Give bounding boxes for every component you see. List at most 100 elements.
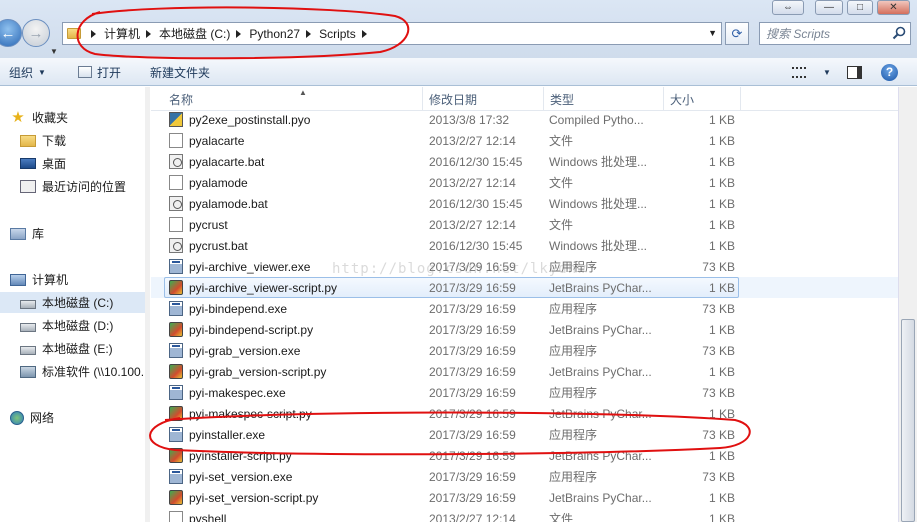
change-view-button[interactable]: ▼ [792, 58, 831, 86]
py-file-icon [169, 406, 183, 421]
command-bar: 组织 ▼ 打开 新建文件夹 ▼ ? [0, 58, 917, 86]
file-row[interactable]: pyi-set_version.exe 2017/3/29 16:59 应用程序 73… [151, 466, 898, 487]
file-row[interactable]: pycrust 2013/2/27 12:14 文件 1 KB [151, 214, 898, 235]
py-file-icon [169, 280, 183, 295]
file-list-scrollbar[interactable] [898, 87, 917, 522]
network-icon [10, 410, 24, 425]
file-row[interactable]: pyalacarte 2013/2/27 12:14 文件 1 KB [151, 130, 898, 151]
file-type: 文件 [549, 134, 574, 148]
nav-item[interactable]: ★ 收藏夹 [0, 107, 150, 128]
open-icon [78, 66, 92, 78]
maximize-button[interactable]: □ [847, 0, 873, 15]
file-type: 应用程序 [549, 470, 598, 484]
file-name: pyi-grab_version.exe [189, 343, 301, 358]
file-row[interactable]: pyalamode 2013/2/27 12:14 文件 1 KB [151, 172, 898, 193]
file-file-icon [169, 511, 183, 522]
scrollbar-thumb[interactable] [901, 319, 915, 522]
file-name: pyi-makespec-script.py [189, 406, 312, 421]
nav-item[interactable]: 本地磁盘 (E:) [0, 338, 150, 359]
restore-icon[interactable]: ⇔ [772, 0, 804, 15]
file-row[interactable]: pycrust.bat 2016/12/30 15:45 Windows 批处理..… [151, 235, 898, 256]
nav-item[interactable]: 网络 [0, 407, 150, 428]
search-box[interactable]: 搜索 Scripts [759, 22, 911, 45]
breadcrumb-item[interactable]: 本地磁盘 (C:) [159, 23, 249, 44]
breadcrumb-arrow[interactable] [85, 23, 104, 44]
nav-item[interactable]: 库 [0, 223, 150, 244]
recent-pages-dropdown-icon[interactable]: ▼ [50, 47, 58, 56]
preview-pane-button[interactable] [847, 58, 862, 86]
column-type[interactable]: 类型 [544, 87, 664, 111]
column-date[interactable]: 修改日期 [423, 87, 544, 111]
file-type: JetBrains PyChar... [549, 322, 652, 337]
file-row[interactable]: py2exe_postinstall.pyo 2013/3/8 17:32 Comp… [151, 109, 898, 130]
nav-scrollbar[interactable] [145, 87, 150, 522]
network-drive-icon [20, 365, 36, 378]
file-row[interactable]: pyalamode.bat 2016/12/30 15:45 Windows 批处理… [151, 193, 898, 214]
file-date: 2013/2/27 12:14 [429, 511, 516, 522]
file-row[interactable]: pyi-grab_version-script.py 2017/3/29 16:5… [151, 361, 898, 382]
file-row[interactable]: pyi-makespec-script.py 2017/3/29 16:59 Jet… [151, 403, 898, 424]
nav-item-label: 本地磁盘 (D:) [42, 319, 114, 333]
forward-button[interactable]: → [22, 19, 50, 47]
file-row[interactable]: pyshell 2013/2/27 12:14 文件 1 KB [151, 508, 898, 522]
column-name[interactable]: 名称 ▲ [163, 87, 423, 111]
file-date: 2017/3/29 16:59 [429, 385, 516, 400]
file-row[interactable]: pyinstaller.exe 2017/3/29 16:59 应用程序 73 KB [151, 424, 898, 445]
drive-icon [20, 299, 36, 309]
file-row[interactable]: pyi-archive_viewer-script.py 2017/3/29 16… [151, 277, 898, 298]
address-history-dropdown-icon[interactable]: ▼ [708, 28, 717, 38]
back-button[interactable]: ← [0, 19, 22, 47]
search-icon[interactable] [892, 26, 906, 40]
file-date: 2017/3/29 16:59 [429, 364, 516, 379]
file-type: 文件 [549, 218, 574, 232]
file-date: 2017/3/29 16:59 [429, 259, 516, 274]
file-type: 应用程序 [549, 428, 598, 442]
file-row[interactable]: pyi-set_version-script.py 2017/3/29 16:59… [151, 487, 898, 508]
file-size: 73 KB [702, 427, 735, 442]
nav-item[interactable]: 本地磁盘 (D:) [0, 315, 150, 336]
breadcrumb-item[interactable]: Scripts [319, 23, 375, 44]
file-name: pyalamode [189, 175, 248, 190]
nav-item[interactable]: 计算机 [0, 269, 150, 290]
bat-file-icon [169, 196, 183, 211]
open-button[interactable]: 打开 [78, 58, 121, 86]
refresh-button[interactable]: ⟳ [725, 22, 749, 45]
column-size[interactable]: 大小 [664, 87, 741, 111]
file-row[interactable]: pyi-archive_viewer.exe 2017/3/29 16:59 应用程… [151, 256, 898, 277]
file-row[interactable]: pyi-grab_version.exe 2017/3/29 16:59 应用程序 7… [151, 340, 898, 361]
chevron-right-icon[interactable] [236, 29, 242, 38]
chevron-right-icon[interactable] [306, 29, 312, 38]
nav-item[interactable]: 最近访问的位置 [0, 176, 150, 197]
search-input[interactable]: 搜索 Scripts [766, 25, 830, 42]
file-date: 2017/3/29 16:59 [429, 301, 516, 316]
file-row[interactable]: pyi-bindepend-script.py 2017/3/29 16:59 Je… [151, 319, 898, 340]
nav-item[interactable]: 桌面 [0, 153, 150, 174]
bat-file-icon [169, 238, 183, 253]
breadcrumb-item[interactable]: Python27 [249, 23, 319, 44]
close-button[interactable]: ✕ [877, 0, 910, 15]
help-button[interactable]: ? [881, 58, 898, 86]
file-type: Windows 批处理... [549, 239, 648, 253]
file-row[interactable]: pyi-bindepend.exe 2017/3/29 16:59 应用程序 73 K… [151, 298, 898, 319]
file-row[interactable]: pyalacarte.bat 2016/12/30 15:45 Windows 批处… [151, 151, 898, 172]
file-date: 2017/3/29 16:59 [429, 280, 516, 295]
file-date: 2017/3/29 16:59 [429, 469, 516, 484]
chevron-right-icon[interactable] [361, 29, 367, 38]
breadcrumb: 计算机 本地磁盘 (C:) Python27 Scripts [104, 23, 375, 44]
close-glyph: ✕ [889, 2, 898, 13]
exe-file-icon [169, 301, 183, 316]
file-size: 73 KB [702, 259, 735, 274]
chevron-right-icon[interactable] [146, 29, 152, 38]
organize-button[interactable]: 组织 ▼ [9, 58, 46, 86]
minimize-button[interactable]: — [815, 0, 843, 15]
breadcrumb-item[interactable]: 计算机 [104, 23, 159, 44]
nav-item[interactable]: 下载 [0, 130, 150, 151]
file-row[interactable]: pyinstaller-script.py 2017/3/29 16:59 JetB… [151, 445, 898, 466]
computer-icon [10, 273, 26, 286]
address-bar[interactable]: 计算机 本地磁盘 (C:) Python27 Scripts ▼ [62, 22, 722, 45]
new-folder-button[interactable]: 新建文件夹 [150, 58, 210, 86]
nav-item[interactable]: 本地磁盘 (C:) [0, 292, 150, 313]
nav-item[interactable]: 标准软件 (\\10.100. [0, 361, 150, 382]
file-row[interactable]: pyi-makespec.exe 2017/3/29 16:59 应用程序 73 KB [151, 382, 898, 403]
file-type: Windows 批处理... [549, 155, 648, 169]
